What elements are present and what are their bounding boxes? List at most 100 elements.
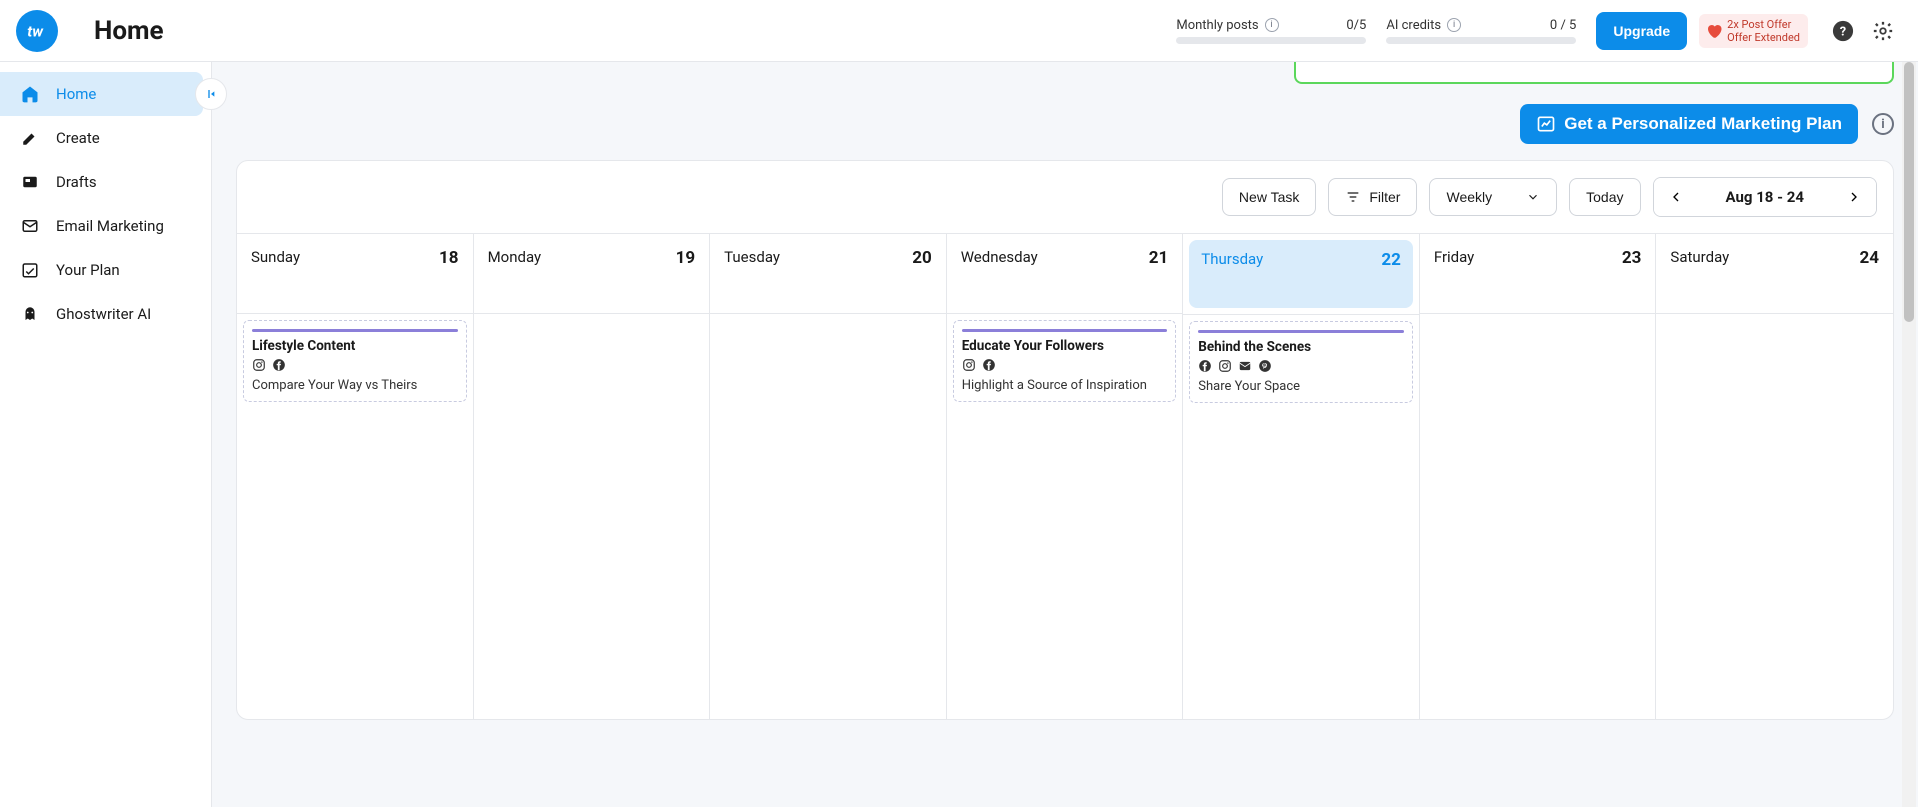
day-number: 19 xyxy=(676,248,696,268)
prev-week-button[interactable] xyxy=(1654,178,1698,216)
drafts-icon xyxy=(20,172,40,192)
facebook-icon xyxy=(1198,359,1212,373)
sidebar-item-create[interactable]: Create xyxy=(0,116,211,160)
ghost-icon xyxy=(20,304,40,324)
day-header: Wednesday 21 xyxy=(947,234,1183,314)
info-icon[interactable]: i xyxy=(1447,18,1461,32)
arrow-right-icon xyxy=(1846,189,1862,205)
day-name: Wednesday xyxy=(961,248,1038,266)
event-description: Compare Your Way vs Theirs xyxy=(252,378,458,393)
day-number: 20 xyxy=(912,248,932,268)
facebook-icon xyxy=(982,358,996,372)
sidebar-item-label: Email Marketing xyxy=(56,217,164,235)
instagram-icon xyxy=(1218,359,1232,373)
chevron-down-icon xyxy=(1526,190,1540,204)
page-title: Home xyxy=(94,16,164,46)
day-body[interactable] xyxy=(1420,314,1656,719)
event-title: Lifestyle Content xyxy=(252,338,458,354)
scrollbar[interactable] xyxy=(1902,62,1916,807)
sidebar-item-drafts[interactable]: Drafts xyxy=(0,160,211,204)
monthly-posts-meter: Monthly posts i 0/5 xyxy=(1176,18,1366,44)
day-name: Tuesday xyxy=(724,248,780,266)
day-body[interactable]: Lifestyle Content Compare Your Way vs Th… xyxy=(237,314,473,719)
day-body[interactable] xyxy=(474,314,710,719)
filter-label: Filter xyxy=(1369,189,1400,205)
app-logo[interactable]: tw xyxy=(16,10,58,52)
day-column[interactable]: Monday19 xyxy=(474,234,711,719)
calendar-card: New Task Filter Weekly Today Aug 18 - 24 xyxy=(236,160,1894,720)
marketing-plan-button[interactable]: Get a Personalized Marketing Plan xyxy=(1520,104,1858,144)
promo-line1: 2x Post Offer xyxy=(1727,18,1800,31)
day-header: Monday19 xyxy=(474,234,710,314)
day-body[interactable] xyxy=(710,314,946,719)
sidebar-item-label: Your Plan xyxy=(56,261,120,279)
day-header: Tuesday 20 xyxy=(710,234,946,314)
mail-icon xyxy=(20,216,40,236)
day-header: Saturday24 xyxy=(1656,234,1893,314)
day-column[interactable]: Wednesday 21 Educate Your Followers Highl… xyxy=(947,234,1184,719)
sidebar-item-email-marketing[interactable]: Email Marketing xyxy=(0,204,211,248)
filter-icon xyxy=(1345,189,1361,205)
day-column[interactable]: Saturday24 xyxy=(1656,234,1893,719)
mail-icon xyxy=(1238,359,1252,373)
info-icon[interactable]: i xyxy=(1265,18,1279,32)
event-description: Share Your Space xyxy=(1198,379,1404,394)
top-bar: tw Home Monthly posts i 0/5 AI credits i… xyxy=(0,0,1918,62)
day-body[interactable]: Educate Your Followers Highlight a Sourc… xyxy=(947,314,1183,719)
event-color-bar xyxy=(962,329,1168,332)
collapse-sidebar-button[interactable] xyxy=(195,78,227,110)
event-channel-icons xyxy=(1198,359,1404,373)
sidebar-item-label: Drafts xyxy=(56,173,97,191)
ai-credits-meter: AI credits i 0 / 5 xyxy=(1386,18,1576,44)
sidebar-item-your-plan[interactable]: Your Plan xyxy=(0,248,211,292)
day-column[interactable]: Friday23 xyxy=(1420,234,1657,719)
day-column[interactable]: Tuesday 20 xyxy=(710,234,947,719)
date-range: Aug 18 - 24 xyxy=(1698,178,1833,216)
main-content: Get a Personalized Marketing Plan i New … xyxy=(212,62,1918,807)
scrollbar-thumb[interactable] xyxy=(1904,62,1914,322)
day-number: 18 xyxy=(439,248,459,268)
day-number: 24 xyxy=(1859,248,1879,268)
monthly-posts-label: Monthly posts xyxy=(1176,18,1258,33)
marketing-plan-label: Get a Personalized Marketing Plan xyxy=(1564,114,1842,134)
day-header-today: Thursday22 xyxy=(1189,240,1413,308)
filter-button[interactable]: Filter xyxy=(1328,178,1417,216)
day-body[interactable]: Behind the Scenes Share Your Space xyxy=(1183,315,1419,719)
event-title: Educate Your Followers xyxy=(962,338,1168,354)
promo-line2: Offer Extended xyxy=(1727,31,1800,44)
day-body[interactable] xyxy=(1656,314,1893,719)
sidebar: Home Create Drafts Email Marketing Your … xyxy=(0,62,212,807)
home-icon xyxy=(20,84,40,104)
day-header: Sunday18 xyxy=(237,234,473,314)
calendar-event[interactable]: Lifestyle Content Compare Your Way vs Th… xyxy=(243,320,467,402)
today-button[interactable]: Today xyxy=(1569,178,1640,216)
info-icon[interactable]: i xyxy=(1872,113,1894,135)
calendar-event[interactable]: Behind the Scenes Share Your Space xyxy=(1189,321,1413,403)
promo-badge[interactable]: 2x Post Offer Offer Extended xyxy=(1699,14,1808,48)
gear-icon[interactable] xyxy=(1872,20,1894,42)
day-column[interactable]: Sunday18 Lifestyle Content Compare Your … xyxy=(237,234,474,719)
day-name: Friday xyxy=(1434,248,1474,266)
calendar-event[interactable]: Educate Your Followers Highlight a Sourc… xyxy=(953,320,1177,402)
pinterest-icon xyxy=(1258,359,1272,373)
sidebar-item-ghostwriter-ai[interactable]: Ghostwriter AI xyxy=(0,292,211,336)
chart-icon xyxy=(1536,114,1556,134)
arrow-left-icon xyxy=(1668,189,1684,205)
day-name: Thursday xyxy=(1201,250,1263,268)
sidebar-item-home[interactable]: Home xyxy=(0,72,203,116)
help-icon[interactable] xyxy=(1832,20,1854,42)
calendar-grid: Sunday18 Lifestyle Content Compare Your … xyxy=(237,233,1893,719)
view-dropdown[interactable]: Weekly xyxy=(1429,178,1557,216)
notification-edge xyxy=(1294,62,1894,84)
ai-credits-label: AI credits xyxy=(1386,18,1441,33)
svg-text:tw: tw xyxy=(27,22,44,40)
day-number: 21 xyxy=(1149,248,1169,268)
new-task-button[interactable]: New Task xyxy=(1222,178,1316,216)
event-description: Highlight a Source of Inspiration xyxy=(962,378,1168,393)
day-column[interactable]: Thursday22 Behind the Scenes Share Your … xyxy=(1183,234,1420,719)
ai-credits-bar xyxy=(1386,37,1576,44)
upgrade-button[interactable]: Upgrade xyxy=(1596,12,1687,50)
ai-credits-value: 0 / 5 xyxy=(1550,18,1576,33)
next-week-button[interactable] xyxy=(1832,178,1876,216)
event-channel-icons xyxy=(252,358,458,372)
